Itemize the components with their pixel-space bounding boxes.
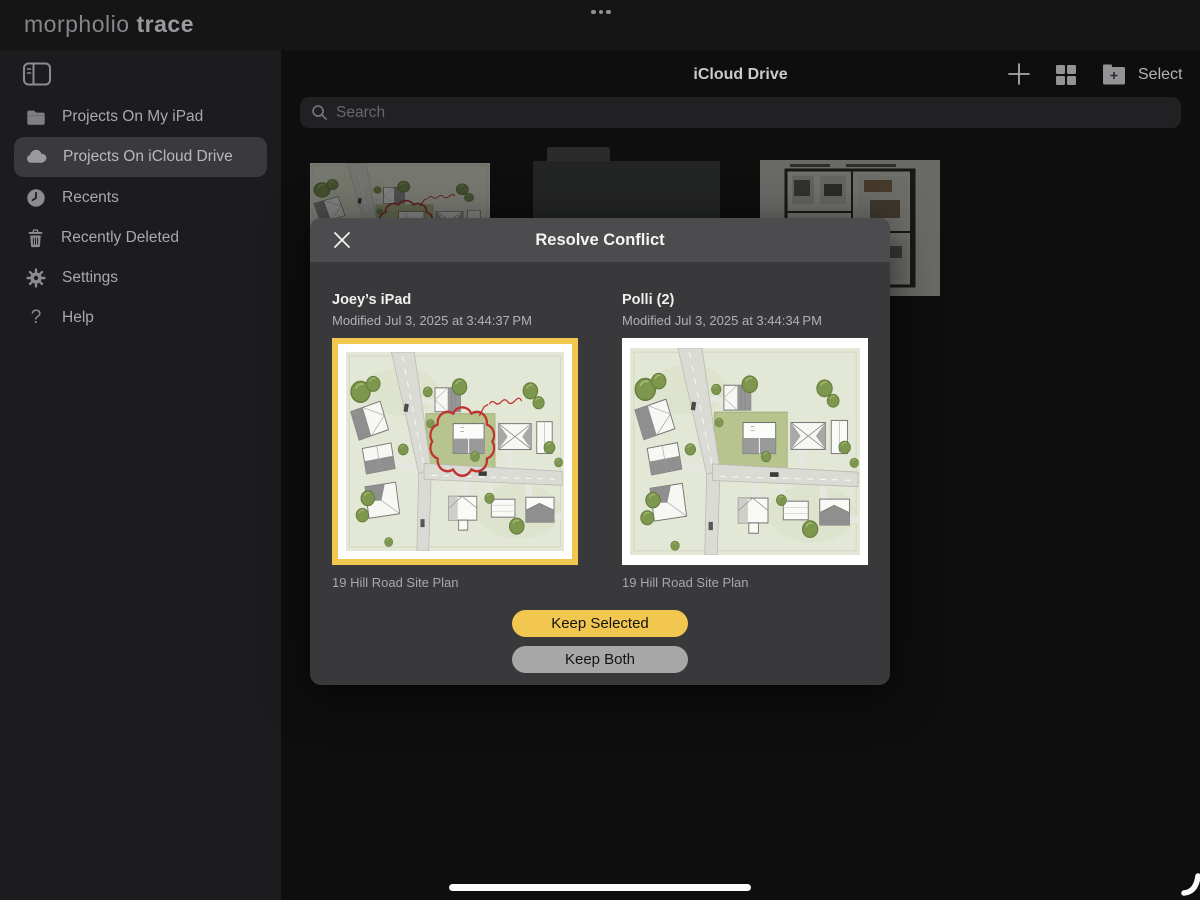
keep-selected-button[interactable]: Keep Selected [512, 610, 688, 637]
search-bar [300, 97, 1181, 128]
search-icon [311, 104, 328, 121]
sidebar-item-projects-icloud[interactable]: Projects On iCloud Drive [14, 137, 267, 177]
keep-both-button[interactable]: Keep Both [512, 646, 688, 673]
dialog-header: Resolve Conflict [310, 218, 890, 262]
sidebar-item-label: Projects On iCloud Drive [63, 148, 233, 166]
search-input[interactable] [336, 104, 1136, 122]
select-button[interactable]: Select [1138, 66, 1182, 84]
sidebar-item-recents[interactable]: Recents [14, 178, 267, 218]
app-logo: morpholio trace [24, 11, 194, 38]
version-device-name: Polli (2) [622, 292, 674, 308]
sidebar-item-projects-ipad[interactable]: Projects On My iPad [14, 97, 267, 137]
dialog-title: Resolve Conflict [310, 218, 890, 262]
folder-icon [25, 106, 47, 128]
question-icon: ? [25, 307, 47, 329]
version-device-name: Joey’s iPad [332, 292, 411, 308]
plus-icon[interactable] [1006, 61, 1032, 92]
pencil-swoosh-icon[interactable] [1172, 866, 1200, 896]
gear-icon [25, 267, 47, 289]
sidebar-item-label: Recently Deleted [61, 229, 179, 247]
sidebar-item-label: Recents [62, 189, 119, 207]
clock-icon [25, 187, 47, 209]
sidebar: Projects On My iPad Projects On iCloud D… [0, 50, 281, 900]
version-modified-date: Modified Jul 3, 2025 at 3:44:37 PM [332, 313, 532, 328]
grid-view-icon[interactable] [1055, 64, 1077, 91]
trash-icon [25, 228, 46, 249]
version-file-name: 19 Hill Road Site Plan [622, 575, 748, 590]
sidebar-item-settings[interactable]: Settings [14, 258, 267, 298]
version-thumbnail[interactable] [622, 338, 868, 565]
logo-morpholio: morpholio [24, 11, 130, 37]
sidebar-item-label: Projects On My iPad [62, 108, 203, 126]
logo-trace: trace [137, 11, 194, 37]
home-indicator[interactable] [449, 884, 751, 891]
version-thumbnail-selected[interactable] [332, 338, 578, 565]
version-file-name: 19 Hill Road Site Plan [332, 575, 458, 590]
sidebar-item-recently-deleted[interactable]: Recently Deleted [14, 218, 267, 258]
close-icon[interactable] [333, 231, 351, 249]
sidebar-item-label: Settings [62, 269, 118, 287]
version-modified-date: Modified Jul 3, 2025 at 3:44:34 PM [622, 313, 822, 328]
sidebar-toggle-icon[interactable] [23, 62, 51, 86]
app-screen: morpholio trace Projects On My iPad Proje… [0, 0, 1200, 900]
cloud-icon [25, 146, 48, 169]
ellipsis-icon[interactable] [585, 5, 617, 19]
sidebar-item-help[interactable]: ? Help [14, 298, 267, 338]
sidebar-item-label: Help [62, 309, 94, 327]
resolve-conflict-dialog: Resolve Conflict Joey’s iPad Modified Ju… [310, 218, 890, 685]
import-folder-icon[interactable] [1101, 63, 1127, 91]
top-bar: morpholio trace [0, 0, 1200, 50]
